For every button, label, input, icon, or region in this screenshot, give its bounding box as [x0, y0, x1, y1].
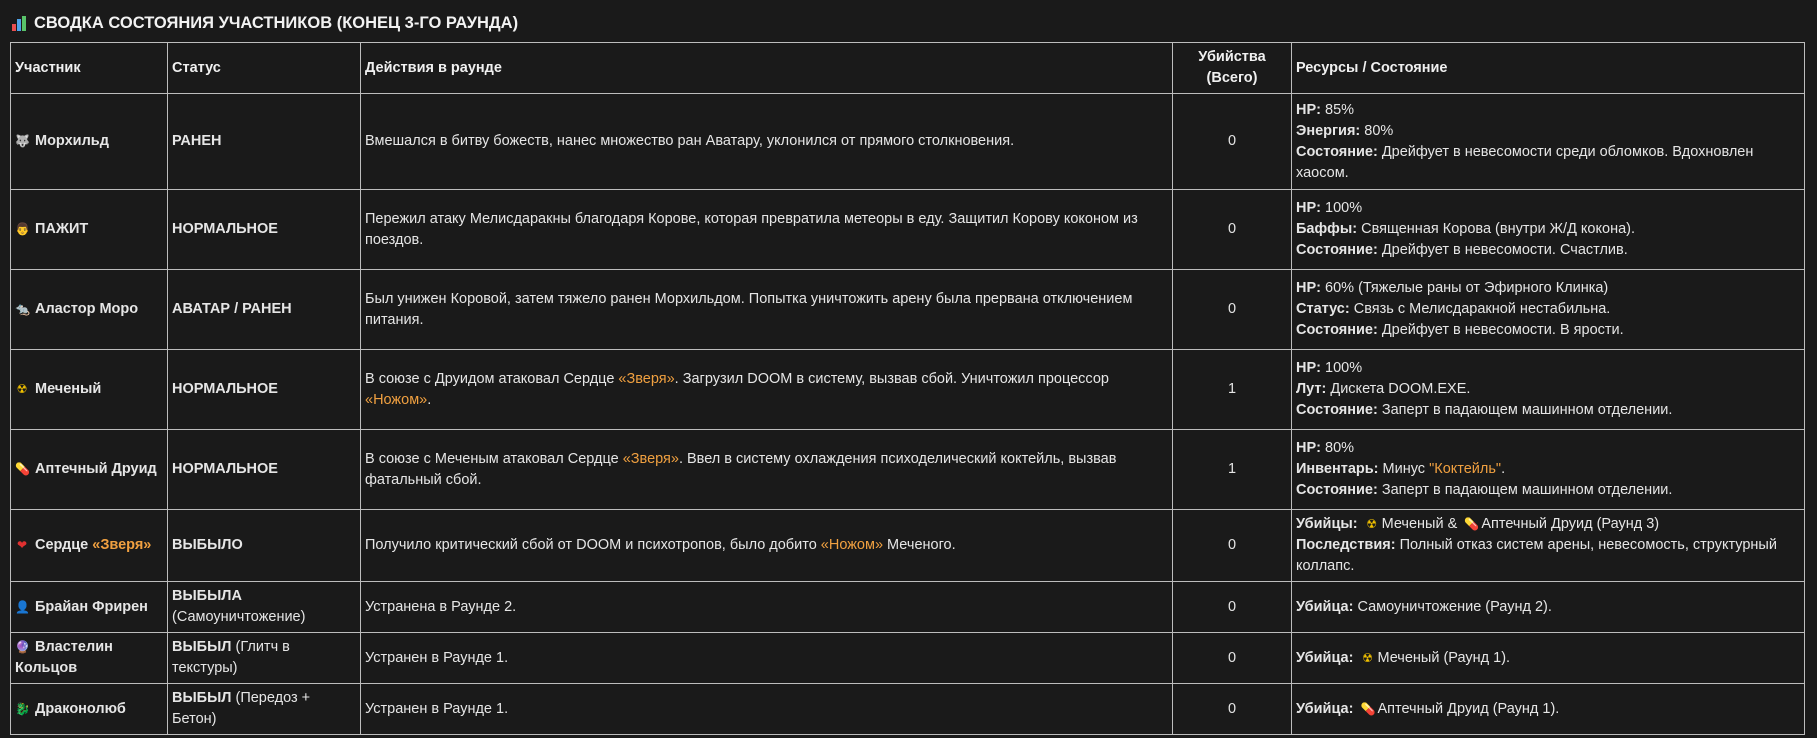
man-face-icon: 👨 — [15, 222, 30, 236]
table-header-row: Участник Статус Действия в раунде Убийст… — [10, 42, 1805, 94]
crystal-ball-icon: 🔮 — [15, 640, 30, 654]
participant-cell: ☢ Меченый — [10, 349, 168, 430]
kills-cell: 0 — [1172, 509, 1292, 582]
status-cell: ВЫБЫЛ (Глитч в текстуры) — [167, 632, 361, 684]
actions-cell: Устранен в Раунде 1. — [360, 683, 1173, 735]
resources-cell: Убийца: ☢ Меченый (Раунд 1). — [1291, 632, 1805, 684]
participant-cell: 🐀 Аластор Моро — [10, 269, 168, 350]
table-row: 🐉 Драконолюб ВЫБЫЛ (Передоз + Бетон) Устр… — [10, 683, 1805, 735]
kills-cell: 1 — [1172, 429, 1292, 510]
pill-icon: 💊 — [15, 462, 30, 476]
radioactive-icon: ☢ — [1366, 517, 1377, 531]
status-cell: ВЫБЫЛО — [167, 509, 361, 582]
status-cell: ВЫБЫЛА (Самоуничтожение) — [167, 581, 361, 633]
table-row: 👤 Брайан Фрирен ВЫБЫЛА (Самоуничтожение) У… — [10, 581, 1805, 633]
pill-icon: 💊 — [1464, 517, 1480, 531]
status-cell: НОРМАЛЬНОЕ — [167, 349, 361, 430]
table-row: 🐺 Морхильд РАНЕН Вмешался в битву божеств… — [10, 93, 1805, 190]
status-cell: НОРМАЛЬНОЕ — [167, 189, 361, 270]
resources-cell: HP: 80% Инвентарь: Минус "Коктейль". Сос… — [1291, 429, 1805, 510]
header-actions: Действия в раунде — [360, 42, 1173, 94]
page-title-text: СВОДКА СОСТОЯНИЯ УЧАСТНИКОВ (КОНЕЦ 3-ГО … — [34, 14, 519, 32]
resources-cell: HP: 100% Баффы: Священная Корова (внутри… — [1291, 189, 1805, 270]
actions-cell: Вмешался в битву божеств, нанес множеств… — [360, 93, 1173, 190]
dragon-icon: 🐉 — [15, 701, 30, 716]
actions-cell: Устранена в Раунде 2. — [360, 581, 1173, 633]
status-cell: РАНЕН — [167, 93, 361, 190]
actions-cell: Устранен в Раунде 1. — [360, 632, 1173, 684]
rat-icon: 🐀 — [15, 302, 30, 316]
table-row: 🐀 Аластор Моро АВАТАР / РАНЕН Был унижен … — [10, 269, 1805, 350]
table-row: 👨 ПАЖИТ НОРМАЛЬНОЕ Пережил атаку Мелисдар… — [10, 189, 1805, 270]
header-status: Статус — [167, 42, 361, 94]
header-kills: Убийства (Всего) — [1172, 42, 1292, 94]
kills-cell: 0 — [1172, 683, 1292, 735]
header-resources: Ресурсы / Состояние — [1291, 42, 1805, 94]
participant-cell: 💊 Аптечный Друид — [10, 429, 168, 510]
table-row: ❤ Сердце «Зверя» ВЫБЫЛО Получило критичес… — [10, 509, 1805, 582]
radioactive-icon: ☢ — [1362, 650, 1373, 665]
radioactive-icon: ☢ — [16, 382, 28, 396]
actions-cell: В союзе с Меченым атаковал Сердце «Зверя… — [360, 429, 1173, 510]
bar-chart-icon — [12, 15, 28, 31]
participant-cell: 🐉 Драконолюб — [10, 683, 168, 735]
resources-cell: HP: 100% Лут: Дискета DOOM.EXE. Состояни… — [1291, 349, 1805, 430]
participant-cell: 👤 Брайан Фрирен — [10, 581, 168, 633]
participant-cell: 🐺 Морхильд — [10, 93, 168, 190]
resources-cell: HP: 60% (Тяжелые раны от Эфирного Клинка… — [1291, 269, 1805, 350]
wolf-icon: 🐺 — [15, 134, 30, 148]
actions-cell: Получило критический сбой от DOOM и псих… — [360, 509, 1173, 582]
kills-cell: 0 — [1172, 632, 1292, 684]
table-row: ☢ Меченый НОРМАЛЬНОЕ В союзе с Друидом ат… — [10, 349, 1805, 430]
person-icon: 👤 — [15, 599, 30, 614]
table-row: 💊 Аптечный Друид НОРМАЛЬНОЕ В союзе с Меч… — [10, 429, 1805, 510]
pill-icon: 💊 — [1360, 701, 1376, 716]
participant-cell: 🔮 Властелин Кольцов — [10, 632, 168, 684]
heart-icon: ❤ — [16, 538, 28, 552]
resources-cell: Убийцы: ☢ Меченый & 💊 Аптечный Друид (Раун… — [1291, 509, 1805, 582]
kills-cell: 0 — [1172, 93, 1292, 190]
actions-cell: Был унижен Коровой, затем тяжело ранен М… — [360, 269, 1173, 350]
actions-cell: Пережил атаку Мелисдаракны благодаря Кор… — [360, 189, 1173, 270]
page-title: СВОДКА СОСТОЯНИЯ УЧАСТНИКОВ (КОНЕЦ 3-ГО … — [12, 10, 1807, 36]
participant-cell: 👨 ПАЖИТ — [10, 189, 168, 270]
actions-cell: В союзе с Друидом атаковал Сердце «Зверя… — [360, 349, 1173, 430]
participant-cell: ❤ Сердце «Зверя» — [10, 509, 168, 582]
table-row: 🔮 Властелин Кольцов ВЫБЫЛ (Глитч в тексту… — [10, 632, 1805, 684]
resources-cell: HP: 85% Энергия: 80% Состояние: Дрейфует… — [1291, 93, 1805, 190]
status-cell: ВЫБЫЛ (Передоз + Бетон) — [167, 683, 361, 735]
resources-cell: Убийца: 💊 Аптечный Друид (Раунд 1). — [1291, 683, 1805, 735]
kills-cell: 0 — [1172, 581, 1292, 633]
status-cell: НОРМАЛЬНОЕ — [167, 429, 361, 510]
kills-cell: 0 — [1172, 269, 1292, 350]
header-participant: Участник — [10, 42, 168, 94]
kills-cell: 0 — [1172, 189, 1292, 270]
participants-table: Участник Статус Действия в раунде Убийст… — [10, 42, 1805, 735]
status-cell: АВАТАР / РАНЕН — [167, 269, 361, 350]
resources-cell: Убийца: Самоуничтожение (Раунд 2). — [1291, 581, 1805, 633]
kills-cell: 1 — [1172, 349, 1292, 430]
